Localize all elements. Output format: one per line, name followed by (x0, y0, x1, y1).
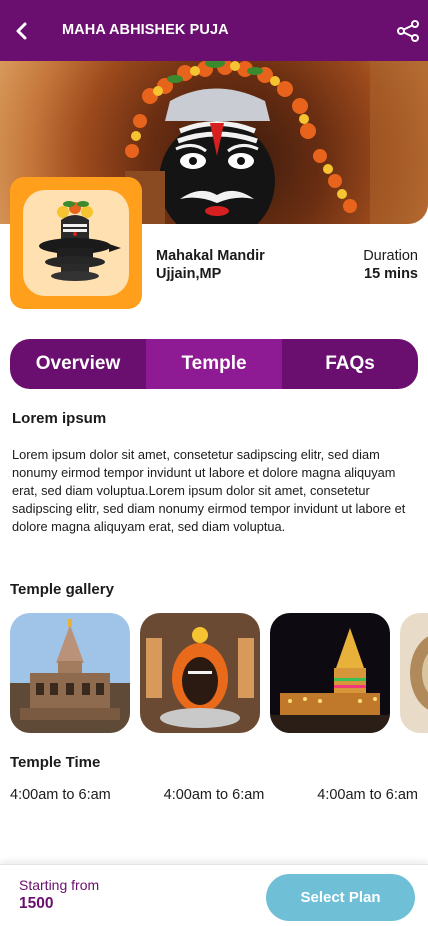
chevron-left-icon (16, 22, 27, 40)
share-button[interactable] (396, 19, 420, 43)
duration-info: Duration 15 mins (363, 247, 418, 283)
time-slot: 4:00am to 6:am (317, 787, 418, 803)
starting-label: Starting from (19, 877, 100, 893)
temple-location: Ujjain,MP (156, 266, 222, 282)
time-slot: 4:00am to 6:am (163, 787, 265, 803)
content-heading: Lorem ipsum (12, 410, 107, 427)
duration-label: Duration (363, 248, 418, 264)
tab-bar: Overview Temple FAQs (10, 339, 418, 389)
temple-title: Mahakal Mandir (156, 248, 265, 264)
temple-gallery (10, 613, 428, 733)
tab-overview[interactable]: Overview (10, 339, 146, 389)
tab-temple[interactable]: Temple (146, 339, 282, 389)
content-body: Lorem ipsum dolor sit amet, consetetur s… (12, 447, 406, 534)
gallery-image[interactable] (10, 613, 130, 733)
select-plan-button[interactable]: Select Plan (266, 874, 415, 921)
tab-faqs[interactable]: FAQs (282, 339, 418, 389)
temple-timings: 4:00am to 6:am 4:00am to 6:am 4:00am to … (10, 787, 418, 803)
duration-value: 15 mins (364, 266, 418, 282)
temple-name: Mahakal Mandir Ujjain,MP (156, 247, 265, 283)
puja-thumbnail (10, 177, 142, 309)
app-header: MAHA ABHISHEK PUJA (0, 0, 428, 61)
share-icon (397, 20, 419, 42)
bottom-bar: Starting from 1500 Select Plan (0, 864, 428, 926)
shivling-icon (39, 201, 121, 281)
starting-price: 1500 (19, 895, 54, 912)
gallery-image[interactable] (400, 613, 428, 733)
page-title: MAHA ABHISHEK PUJA (62, 22, 229, 38)
gallery-heading: Temple gallery (10, 581, 114, 598)
time-slot: 4:00am to 6:am (10, 787, 111, 803)
timings-heading: Temple Time (10, 754, 101, 771)
back-button[interactable] (10, 19, 34, 43)
gallery-image[interactable] (140, 613, 260, 733)
gallery-image[interactable] (270, 613, 390, 733)
